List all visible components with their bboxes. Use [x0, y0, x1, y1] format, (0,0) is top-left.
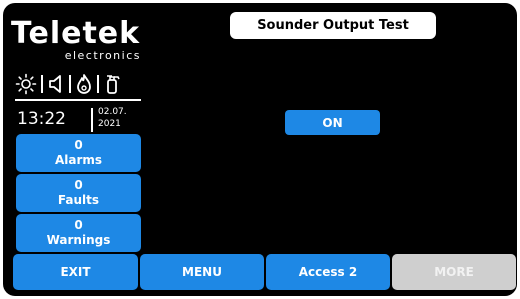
- status-separator: [97, 75, 99, 93]
- status-icons: [15, 71, 141, 97]
- clock-separator: [91, 108, 93, 132]
- date-day-month: 02.07.: [98, 107, 127, 117]
- status-separator: [41, 75, 43, 93]
- exit-button[interactable]: EXIT: [13, 254, 138, 290]
- faults-button[interactable]: 0 Faults: [16, 174, 141, 212]
- alarms-label: Alarms: [54, 153, 103, 167]
- warnings-count: 0: [74, 218, 83, 232]
- speaker-icon: [47, 73, 65, 95]
- alarms-count: 0: [74, 138, 83, 152]
- panel-screen: Teletek electronics 13:22 02.07. 2021 0 …: [3, 3, 517, 296]
- warnings-button[interactable]: 0 Warnings: [16, 214, 141, 252]
- more-button[interactable]: MORE: [392, 254, 516, 290]
- clock: 13:22 02.07. 2021: [15, 104, 141, 134]
- brand-subtitle: electronics: [64, 49, 141, 62]
- faults-label: Faults: [57, 193, 100, 207]
- page-title: Sounder Output Test: [230, 12, 436, 39]
- date-year: 2021: [98, 119, 121, 129]
- divider: [15, 99, 141, 101]
- brand-name: Teletek: [11, 16, 141, 51]
- warnings-label: Warnings: [46, 233, 111, 247]
- on-toggle-button[interactable]: ON: [285, 110, 380, 135]
- clock-date: 02.07. 2021: [98, 106, 127, 130]
- menu-button[interactable]: MENU: [140, 254, 264, 290]
- clock-time: 13:22: [17, 109, 66, 129]
- alarms-button[interactable]: 0 Alarms: [16, 134, 141, 172]
- sun-icon: [15, 73, 37, 95]
- faults-count: 0: [74, 178, 83, 192]
- extinguisher-icon: [103, 73, 121, 95]
- access-level-button[interactable]: Access 2: [266, 254, 390, 290]
- fire-icon: [75, 73, 93, 95]
- teletek-logo: Teletek electronics: [11, 17, 143, 63]
- status-separator: [69, 75, 71, 93]
